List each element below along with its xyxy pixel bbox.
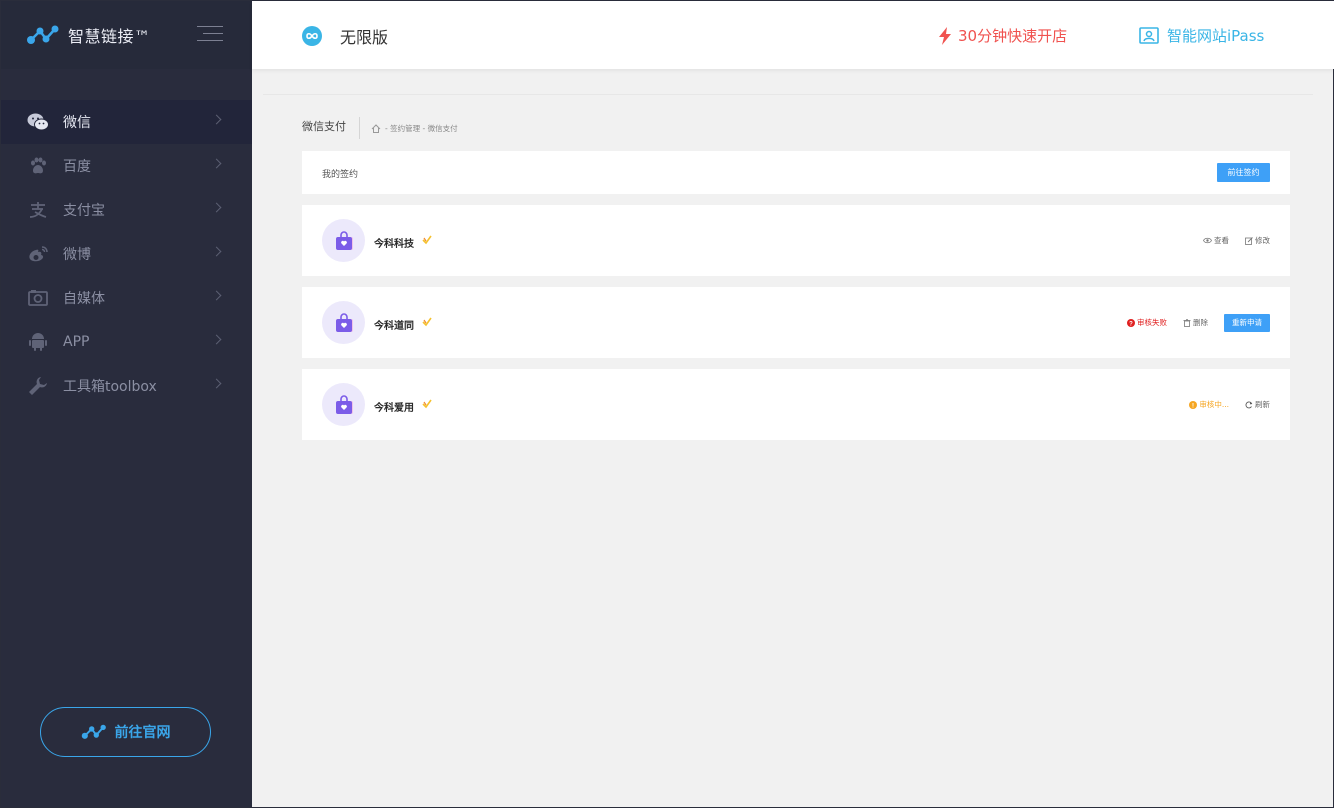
chevron-right-icon	[211, 114, 222, 125]
refresh-icon	[1245, 400, 1253, 408]
status-label: 审核失败	[1137, 318, 1167, 327]
chevron-right-icon	[211, 378, 222, 389]
reapply-button[interactable]: 重新申请	[1224, 313, 1270, 332]
view-label: 查看	[1214, 236, 1229, 245]
contract-name: 今科道同	[374, 321, 414, 332]
sidebar-item-label: 自媒体	[63, 291, 105, 307]
contract-name: 今科科技	[374, 239, 414, 250]
refresh-label: 刷新	[1255, 400, 1270, 409]
svg-text:!: !	[1192, 403, 1194, 409]
chevron-right-icon	[211, 290, 222, 301]
delete-label: 删除	[1193, 318, 1208, 327]
shopping-bag-icon	[335, 394, 353, 414]
edition-label: 无限版	[340, 28, 389, 47]
sidebar: 智慧链接™ 微信 百度 支付宝 微博 自媒体 APP 工具箱toolbox 前往…	[1, 1, 252, 807]
sidebar-item-toolbox[interactable]: 工具箱toolbox	[1, 364, 252, 408]
contract-actions: 查看 修改	[1187, 205, 1270, 276]
verified-badge-icon	[422, 235, 432, 245]
ipass-label: 智能网站iPass	[1167, 27, 1265, 45]
brand-logo-icon	[27, 25, 59, 44]
quick-open-store-label: 30分钟快速开店	[958, 27, 1068, 45]
sidebar-item-alipay[interactable]: 支付宝	[1, 188, 252, 232]
status-badge: ! 审核中...	[1189, 399, 1229, 410]
chevron-right-icon	[211, 202, 222, 213]
go-official-site-button[interactable]: 前往官网	[40, 707, 211, 757]
view-button[interactable]: 查看	[1203, 235, 1229, 246]
edit-button[interactable]: 修改	[1245, 235, 1270, 246]
eye-icon	[1203, 237, 1212, 244]
verified-badge-icon	[422, 399, 432, 409]
contract-name: 今科爱用	[374, 403, 414, 414]
contract-card: 今科爱用 ! 审核中... 刷新	[302, 369, 1290, 440]
go-official-site-label: 前往官网	[114, 725, 171, 741]
shopping-bag-icon	[335, 230, 353, 250]
status-badge: ? 审核失败	[1127, 317, 1167, 328]
breadcrumb-path-text: - 签约管理 - 微信支付	[385, 123, 458, 133]
quick-open-store-link[interactable]: 30分钟快速开店	[938, 25, 1067, 46]
brand-logo-icon	[81, 724, 106, 739]
status-label: 审核中...	[1199, 400, 1229, 409]
chevron-right-icon	[211, 158, 222, 169]
sidebar-item-label: 微博	[63, 247, 91, 263]
sidebar-item-media[interactable]: 自媒体	[1, 276, 252, 320]
edition-indicator: 无限版	[302, 24, 388, 48]
go-sign-button[interactable]: 前往签约	[1217, 163, 1270, 182]
paw-icon	[27, 155, 49, 177]
chevron-right-icon	[211, 246, 222, 257]
my-contracts-header: 我的签约 前往签约	[302, 151, 1290, 194]
error-circle-icon: ?	[1127, 318, 1135, 327]
refresh-button[interactable]: 刷新	[1245, 399, 1270, 410]
android-icon	[27, 331, 49, 353]
breadcrumb: 微信支付 - 签约管理 - 微信支付	[302, 117, 458, 139]
brand-header: 智慧链接™	[1, 1, 252, 69]
contract-card: 今科科技 查看 修改	[302, 205, 1290, 276]
weibo-icon	[27, 243, 49, 265]
sidebar-item-wechat[interactable]: 微信	[1, 100, 252, 144]
alipay-icon	[27, 199, 49, 221]
contract-actions: ! 审核中... 刷新	[1173, 369, 1270, 440]
delete-button[interactable]: 删除	[1183, 317, 1208, 328]
user-card-icon	[1139, 27, 1159, 44]
brand-name: 智慧链接™	[68, 27, 151, 46]
contract-actions: ? 审核失败 删除 重新申请	[1111, 287, 1270, 358]
lightning-icon	[939, 26, 951, 45]
sidebar-item-app[interactable]: APP	[1, 320, 252, 364]
sidebar-item-label: 百度	[63, 159, 91, 175]
avatar	[322, 301, 365, 344]
my-contracts-title: 我的签约	[322, 170, 359, 180]
svg-text:?: ?	[1129, 321, 1133, 327]
shopping-bag-icon	[335, 312, 353, 332]
pending-circle-icon: !	[1189, 400, 1198, 409]
infinity-icon	[302, 26, 322, 46]
wrench-icon	[27, 375, 49, 397]
page-title: 微信支付	[302, 117, 360, 139]
ipass-link[interactable]: 智能网站iPass	[1139, 25, 1264, 46]
edit-icon	[1245, 236, 1253, 245]
avatar	[322, 219, 365, 262]
camera-icon	[27, 287, 49, 309]
avatar	[322, 383, 365, 426]
sidebar-nav: 微信 百度 支付宝 微博 自媒体 APP 工具箱toolbox	[1, 100, 252, 408]
contract-card: 今科道同 ? 审核失败 删除 重新申请	[302, 287, 1290, 358]
home-icon[interactable]	[371, 123, 381, 133]
sidebar-item-label: 支付宝	[63, 203, 105, 219]
sidebar-item-weibo[interactable]: 微博	[1, 232, 252, 276]
breadcrumb-path: - 签约管理 - 微信支付	[371, 123, 458, 134]
chevron-right-icon	[211, 334, 222, 345]
sidebar-item-label: APP	[63, 334, 90, 350]
wechat-icon	[27, 111, 49, 133]
menu-toggle-icon[interactable]	[197, 26, 223, 44]
trash-icon	[1183, 318, 1191, 327]
sidebar-item-label: 工具箱toolbox	[63, 379, 157, 395]
top-header: 无限版 30分钟快速开店 智能网站iPass	[252, 1, 1334, 69]
content-divider	[263, 94, 1313, 95]
edit-label: 修改	[1255, 236, 1270, 245]
verified-badge-icon	[422, 317, 432, 327]
sidebar-item-baidu[interactable]: 百度	[1, 144, 252, 188]
sidebar-item-label: 微信	[63, 115, 91, 131]
